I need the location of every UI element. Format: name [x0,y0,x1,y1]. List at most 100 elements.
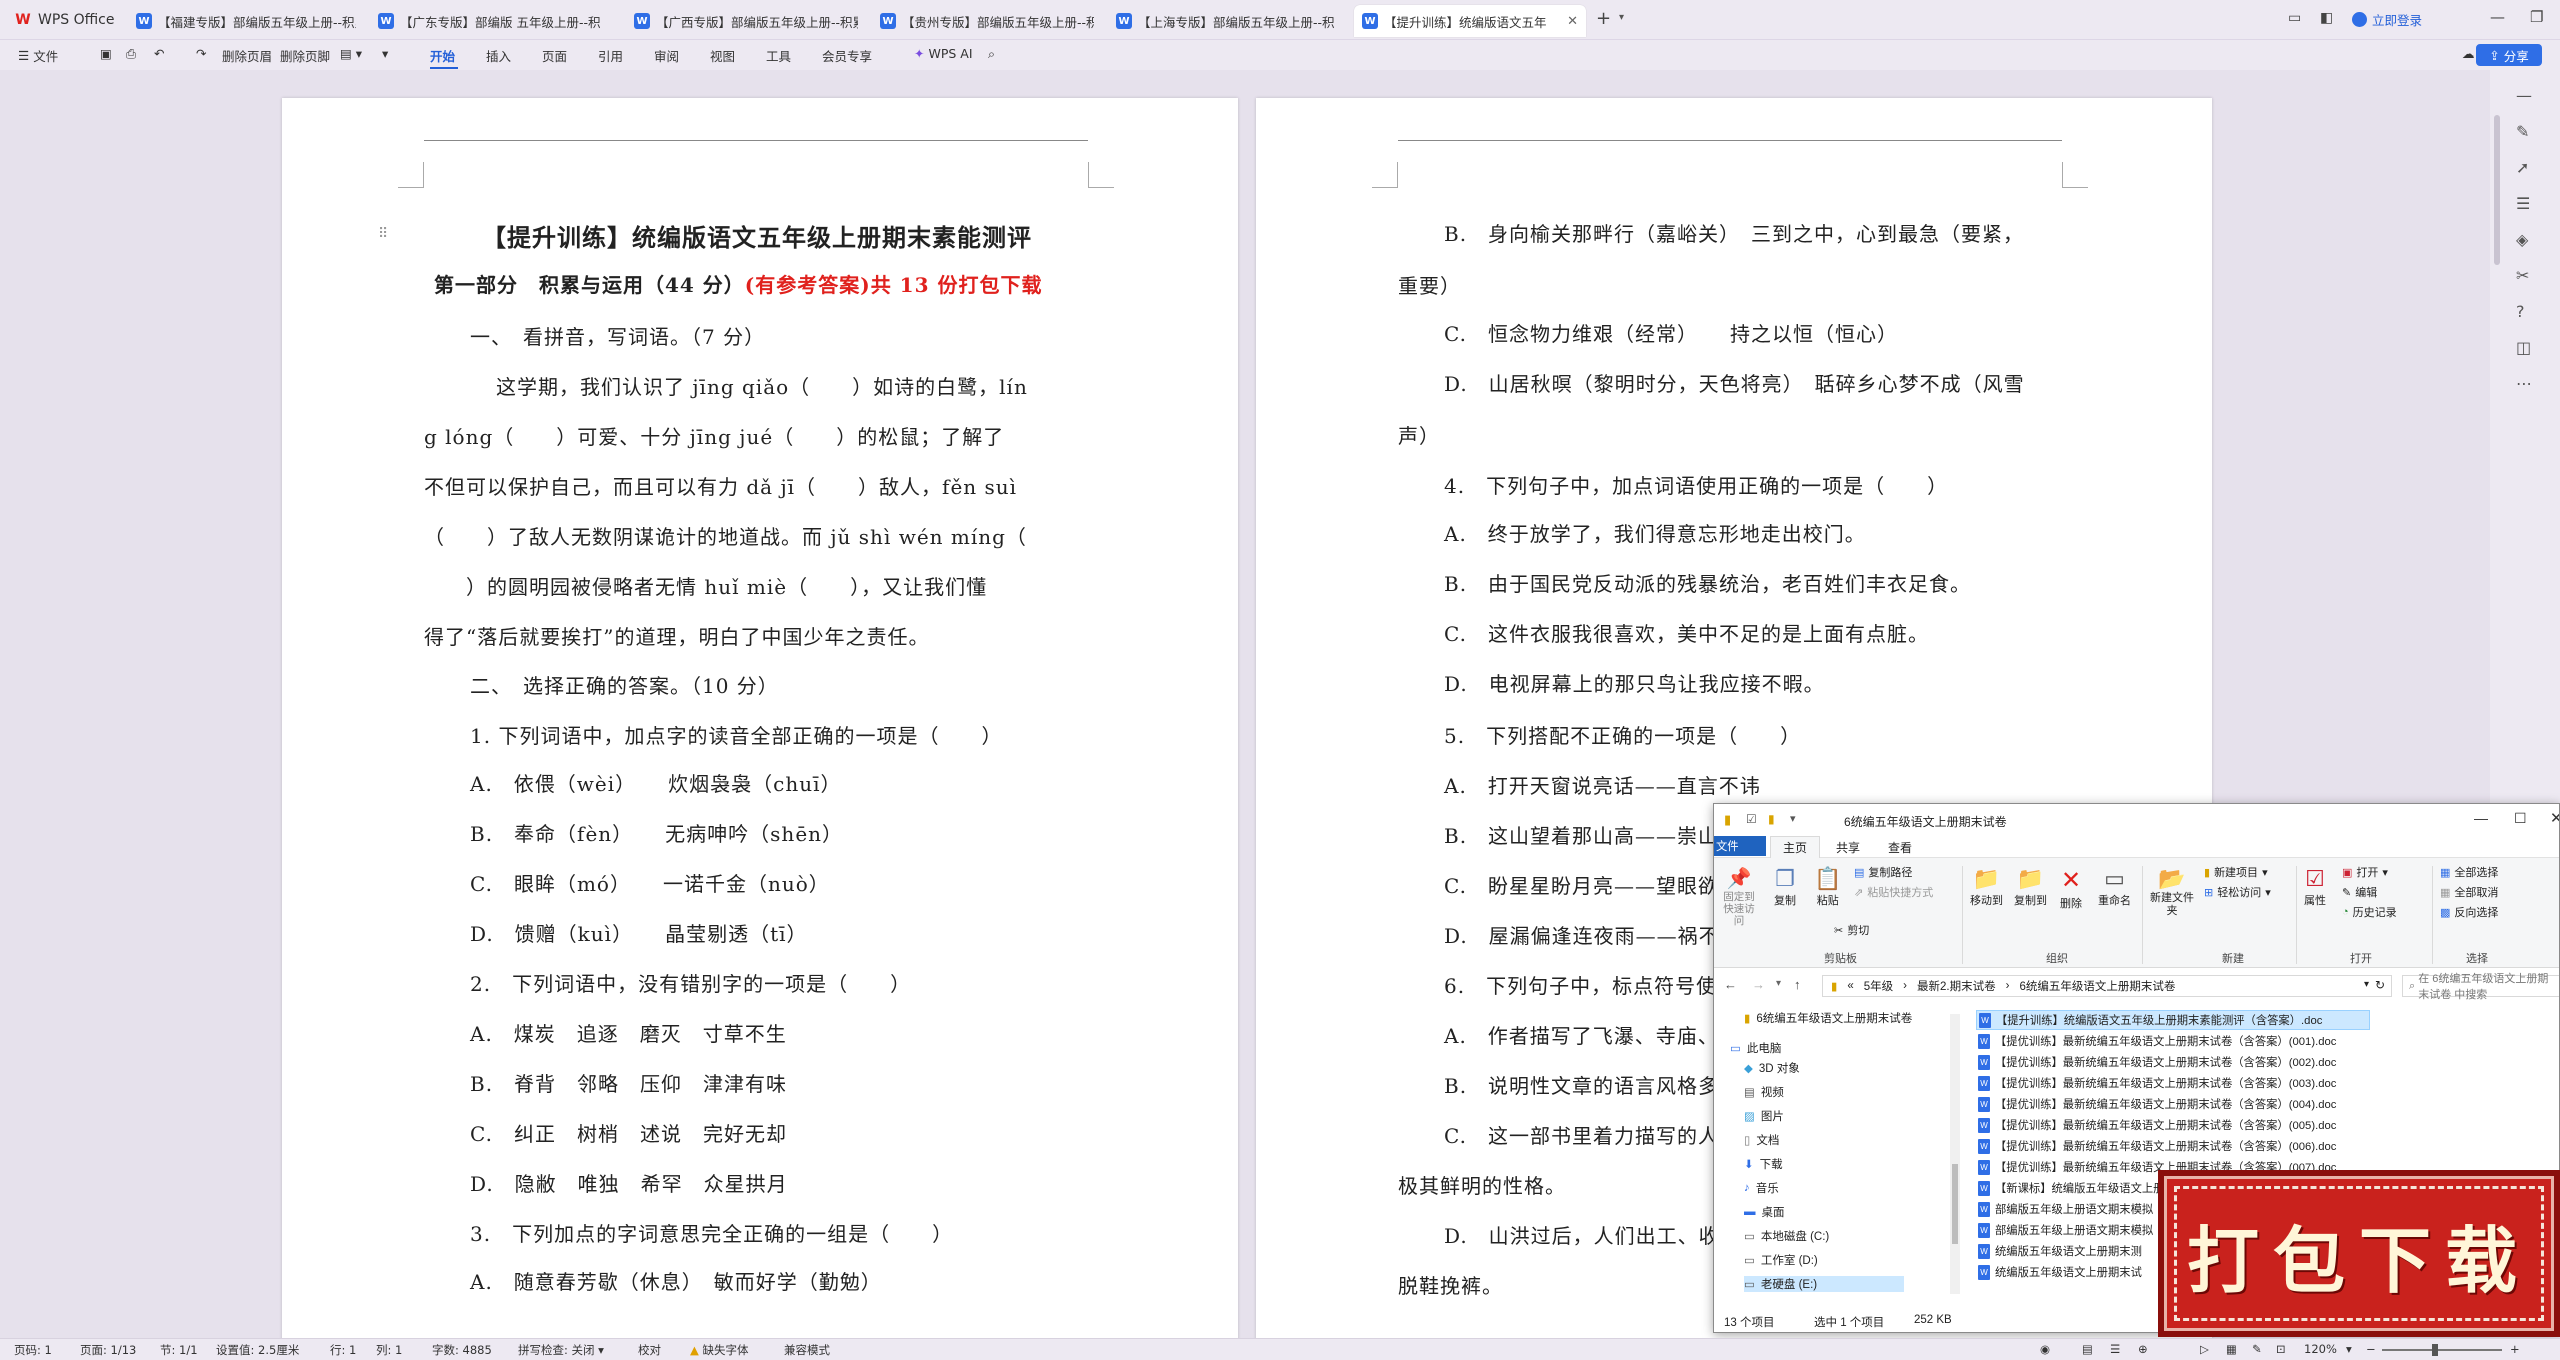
shape-icon[interactable]: ◈ [2516,230,2528,249]
file-item[interactable]: W 【提优训练】最新统编五年级语文上册期末试卷（含答案）(001).doc [1976,1031,2336,1051]
status-pages[interactable]: 页面: 1/13 [80,1342,136,1358]
breadcrumb-item[interactable]: 最新2.期末试卷 [1917,978,1996,994]
tab-home[interactable]: 开始 [430,46,455,65]
copy-button[interactable]: ❐ 复制 [1774,866,1796,908]
doc-tab[interactable]: W 【贵州专版】部编版五年级上册--积累 [872,5,1102,37]
nav-item[interactable]: ▯ 文档 [1744,1132,1779,1148]
refresh-icon[interactable]: ↻ [2375,978,2385,992]
tab-view[interactable]: 视图 [710,46,735,65]
zoom-slider[interactable] [2382,1349,2502,1351]
properties-button[interactable]: ☑ 属性 [2304,866,2326,908]
zoom-slider-thumb[interactable] [2432,1344,2438,1356]
tab-page[interactable]: 页面 [542,46,567,65]
invert-selection-button[interactable]: ▩ 反向选择 [2440,904,2498,920]
new-item-button[interactable]: ▮ 新建项目 ▾ [2204,864,2268,880]
format-icon[interactable]: ▤ ▾ [340,46,362,61]
outline-view-icon[interactable]: ☰ [2110,1342,2120,1356]
nav-item[interactable]: ▬ 桌面 [1744,1204,1785,1220]
zoom-out-icon[interactable]: − [2366,1342,2376,1356]
status-section[interactable]: 节: 1/1 [160,1342,198,1358]
copy-path-button[interactable]: ▤ 复制路径 [1854,864,1912,880]
nav-item[interactable]: ▮ 6统编五年级语文上册期末试卷 [1744,1010,1912,1026]
status-proof[interactable]: 校对 [638,1342,661,1358]
nav-item[interactable]: ▭ 工作室 (D:) [1744,1252,1818,1268]
document-page[interactable]: ⠿ 【提升训练】统编版语文五年级上册期末素能测评 第一部分 积累与运用（44 分… [282,98,1238,1338]
chevron-down-icon[interactable]: ▾ [1790,812,1796,825]
undo-icon[interactable]: ↶ [154,46,164,61]
file-item[interactable]: W 【提优训练】最新统编五年级语文上册期末试卷（含答案）(006).doc [1976,1136,2336,1156]
skin-icon[interactable]: ◧ [2320,10,2333,26]
maximize-icon[interactable]: ☐ [2514,810,2527,827]
zoom-in-icon[interactable]: + [2510,1342,2520,1356]
layers-icon[interactable]: ◫ [2516,338,2531,357]
nav-item[interactable]: ⬇ 下载 [1744,1156,1783,1172]
minus-icon[interactable]: — [2516,86,2532,105]
tab-member[interactable]: 会员专享 [822,46,872,65]
up-arrow-icon[interactable]: ↑ [1794,977,1801,992]
chevron-down-icon[interactable]: ▾ [1619,12,1624,23]
tools-icon[interactable]: ✂ [2516,266,2529,285]
file-item[interactable]: W 【提优训练】最新统编五年级语文上册期末试卷（含答案）(005).doc [1976,1115,2336,1135]
save-icon[interactable]: ▣ [100,46,112,61]
delete-footer-button[interactable]: 删除页脚 [280,46,330,65]
sliders-icon[interactable]: ☰ [2516,194,2530,213]
paste-shortcut-button[interactable]: ⇗ 粘贴快捷方式 [1854,884,1933,900]
file-item[interactable]: W 【提优训练】最新统编五年级语文上册期末试卷（含答案）(003).doc [1976,1073,2336,1093]
web-view-icon[interactable]: ⊕ [2138,1342,2148,1356]
open-button[interactable]: ▣ 打开 ▾ [2342,864,2388,880]
file-item[interactable]: W 部编版五年级上册语文期末模拟 [1976,1199,2153,1219]
share-button[interactable]: ⇪ 分享 [2476,44,2542,66]
minimize-icon[interactable]: — [2474,810,2488,826]
address-bar[interactable]: ▮ « 5年级 › 最新2.期末试卷 › 6统编五年级语文上册期末试卷 ▾ ↻ [1822,975,2392,997]
more-icon[interactable]: ⋯ [2516,374,2532,393]
status-page[interactable]: 页码: 1 [14,1342,52,1358]
cut-button[interactable]: ✂ 剪切 [1834,922,1869,938]
download-banner[interactable]: 打包下载 [2158,1170,2560,1337]
paste-button[interactable]: 📋 粘贴 [1814,866,1841,908]
menu-file[interactable]: ☰ 文件 [18,46,58,65]
status-compat[interactable]: 兼容模式 [784,1342,830,1358]
edit-button[interactable]: ✎ 编辑 [2342,884,2377,900]
new-folder-button[interactable]: 📂 新建文件夹 [2150,866,2194,918]
nav-item[interactable]: ♪ 音乐 [1744,1180,1779,1196]
search-icon[interactable]: ⌕ [988,46,995,62]
select-all-button[interactable]: ▦ 全部选择 [2440,864,2498,880]
chevron-down-icon[interactable]: ▾ [1776,978,1781,989]
nav-item[interactable]: ▭ 此电脑 [1730,1040,1781,1056]
chevron-down-icon[interactable]: ▾ [2346,1342,2352,1356]
file-item[interactable]: W 【提优训练】最新统编五年级语文上册期末试卷（含答案）(002).doc [1976,1052,2336,1072]
tab-reference[interactable]: 引用 [598,46,623,65]
nav-scrollbar[interactable] [1950,1014,1960,1294]
restore-icon[interactable]: ❐ [2530,8,2543,26]
nav-item-selected[interactable]: ▭ 老硬盘 (E:) [1744,1276,1904,1292]
nav-item[interactable]: ▤ 视频 [1744,1084,1784,1100]
wps-logo[interactable]: W WPS Office [14,9,114,31]
select-none-button[interactable]: ▦ 全部取消 [2440,884,2498,900]
back-arrow-icon[interactable]: ← [1724,977,1737,992]
status-setting[interactable]: 设置值: 2.5厘米 [216,1342,299,1358]
tab-review[interactable]: 审阅 [654,46,679,65]
breadcrumb-item[interactable]: 5年级 [1864,978,1893,994]
nav-item[interactable]: ▭ 本地磁盘 (C:) [1744,1228,1829,1244]
pin-quick-access-button[interactable]: 📌 固定到快速访问 [1720,866,1758,927]
chevron-down-icon[interactable]: ▾ [2364,979,2369,990]
doc-tab[interactable]: W 【上海专版】部编版五年级上册--积 [1108,5,1348,37]
status-col[interactable]: 列: 1 [376,1342,402,1358]
redo-icon[interactable]: ↷ [196,46,206,61]
vertical-scrollbar[interactable] [2494,115,2500,265]
status-row[interactable]: 行: 1 [330,1342,356,1358]
nav-scroll-thumb[interactable] [1952,1164,1958,1244]
rename-button[interactable]: ▭ 重命名 [2098,866,2131,908]
breadcrumb-item[interactable]: 6统编五年级语文上册期末试卷 [2019,978,2175,994]
tab-view[interactable]: 查看 [1876,836,1924,858]
doc-tab[interactable]: W 【广西专版】部编版五年级上册--积累 [626,5,866,37]
more-chevron-icon[interactable]: ▾ [382,46,388,61]
easy-access-button[interactable]: ⊞ 轻松访问 ▾ [2204,884,2271,900]
zoom-level[interactable]: 120% [2304,1342,2337,1356]
pen-icon[interactable]: ✎ [2252,1342,2262,1356]
file-item-selected[interactable]: W 【提升训练】统编版语文五年级上册期末素能测评（含答案）.doc [1976,1010,2370,1030]
tab-file[interactable]: 文件 [1714,836,1766,856]
new-tab-icon[interactable]: + [1596,8,1611,29]
doc-tab[interactable]: W 【广东专版】部编版 五年级上册--积 [370,5,620,37]
pen-icon[interactable]: ✎ [2516,122,2529,141]
